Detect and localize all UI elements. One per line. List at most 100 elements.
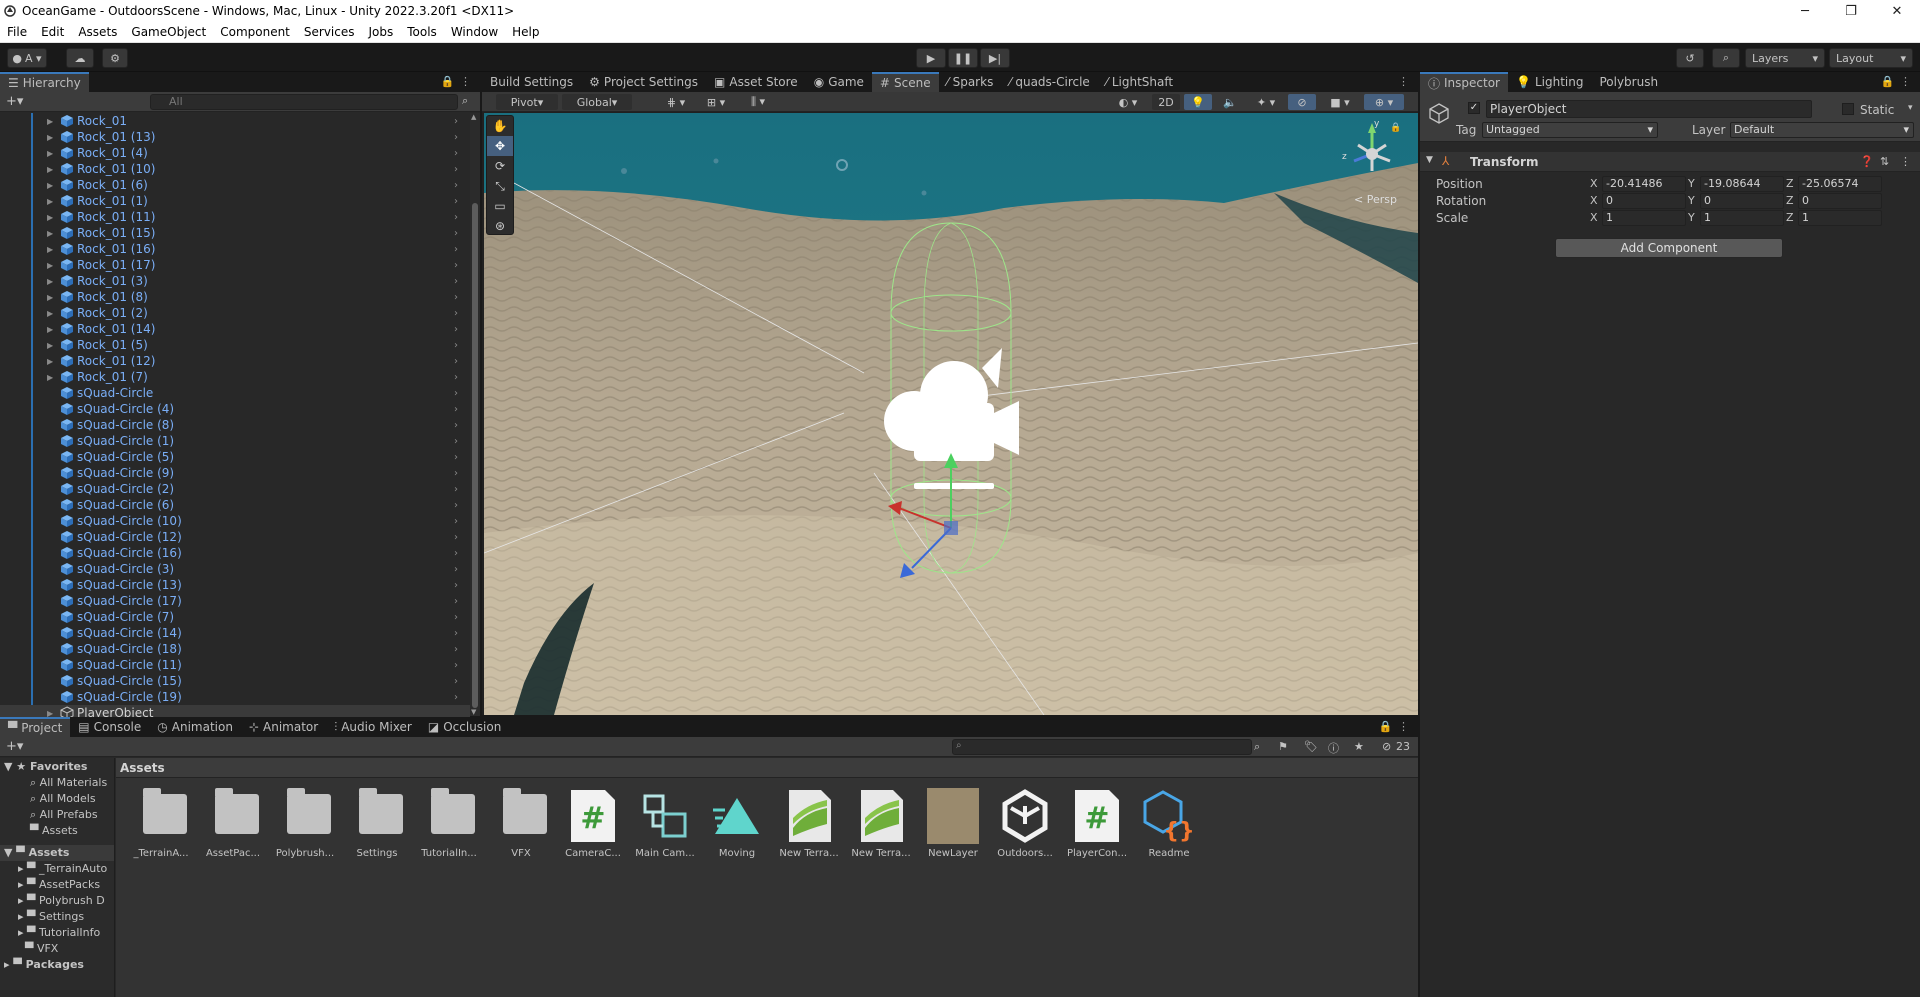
hierarchy-item[interactable]: sQuad-Circle (3) › bbox=[0, 561, 470, 577]
axis-x-label[interactable]: X bbox=[1590, 194, 1598, 207]
hierarchy-item[interactable]: ▶ Rock_01 (6) › bbox=[0, 177, 470, 193]
asset-item[interactable]: New Terra... bbox=[846, 788, 916, 868]
step-button[interactable]: ▶| bbox=[980, 48, 1010, 68]
panel-menu-icon[interactable]: ⋮ bbox=[1398, 75, 1410, 88]
open-prefab-chevron-icon[interactable]: › bbox=[454, 308, 458, 319]
move-tool-button[interactable]: ✥ bbox=[487, 136, 513, 156]
grid-snap-button[interactable]: ⋕ ▾ bbox=[658, 94, 694, 110]
tab-game[interactable]: ◉ Game bbox=[806, 72, 872, 92]
effects-toggle[interactable]: ✦ ▾ bbox=[1248, 94, 1284, 110]
hierarchy-item[interactable]: ▶ Rock_01 (16) › bbox=[0, 241, 470, 257]
asset-item[interactable]: Main Cam... bbox=[630, 788, 700, 868]
favorites-header[interactable]: ▼ ★ Favorites bbox=[4, 760, 87, 773]
tree-folder[interactable]: ▸ ▀ TutorialInfo bbox=[18, 926, 100, 939]
open-prefab-chevron-icon[interactable]: › bbox=[454, 212, 458, 223]
open-prefab-chevron-icon[interactable]: › bbox=[454, 516, 458, 527]
axis-y-label[interactable]: Y bbox=[1688, 211, 1695, 224]
open-prefab-chevron-icon[interactable]: › bbox=[454, 436, 458, 447]
open-prefab-chevron-icon[interactable]: › bbox=[454, 564, 458, 575]
tab-hierarchy[interactable]: ☰ Hierarchy bbox=[0, 72, 89, 92]
rect-tool-button[interactable]: ▭ bbox=[487, 196, 513, 216]
hierarchy-item[interactable]: ▶ Rock_01 (15) › bbox=[0, 225, 470, 241]
hierarchy-item[interactable]: ▶ Rock_01 (8) › bbox=[0, 289, 470, 305]
position-z-field[interactable]: -25.06574 bbox=[1798, 176, 1882, 192]
scrollbar-thumb[interactable] bbox=[472, 203, 478, 708]
hierarchy-item[interactable]: ▶ Rock_01 › bbox=[0, 113, 470, 129]
tab-animator[interactable]: ⊹ Animator bbox=[241, 717, 326, 737]
hierarchy-scrollbar[interactable]: ▲ ▼ bbox=[470, 113, 480, 716]
foldout-arrow-icon[interactable]: ▶ bbox=[47, 261, 53, 270]
tab-lightshaft[interactable]: ⁄ LightShaft bbox=[1098, 72, 1181, 92]
menu-file[interactable]: File bbox=[0, 25, 34, 39]
account-button[interactable]: ● A ▾ bbox=[7, 48, 47, 68]
project-search-input[interactable] bbox=[952, 739, 1252, 755]
undo-history-button[interactable]: ↺ bbox=[1676, 48, 1704, 68]
hierarchy-item[interactable]: ▶ Rock_01 (13) › bbox=[0, 129, 470, 145]
open-prefab-chevron-icon[interactable]: › bbox=[454, 612, 458, 623]
scale-tool-button[interactable]: ⤡ bbox=[487, 176, 513, 196]
hierarchy-item[interactable]: sQuad-Circle (14) › bbox=[0, 625, 470, 641]
open-prefab-chevron-icon[interactable]: › bbox=[454, 292, 458, 303]
hierarchy-item[interactable]: sQuad-Circle (8) › bbox=[0, 417, 470, 433]
favorite-star-icon[interactable]: ★ bbox=[1354, 740, 1364, 753]
scale-y-field[interactable]: 1 bbox=[1700, 210, 1784, 226]
asset-item[interactable]: Polybrush... bbox=[270, 788, 340, 868]
asset-item[interactable]: TutorialIn... bbox=[414, 788, 484, 868]
transform-header[interactable]: ▼ ⅄ Transform ❓ ⇅ ⋮ bbox=[1420, 152, 1920, 172]
hierarchy-item[interactable]: ▶ Rock_01 (3) › bbox=[0, 273, 470, 289]
tab-scene[interactable]: # Scene bbox=[871, 72, 939, 92]
menu-gameobject[interactable]: GameObject bbox=[124, 25, 213, 39]
foldout-arrow-icon[interactable]: ▶ bbox=[47, 277, 53, 286]
foldout-arrow-icon[interactable]: ▶ bbox=[47, 373, 53, 382]
layer-dropdown[interactable]: Default ▾ bbox=[1730, 122, 1914, 138]
tab-asset-store[interactable]: ▣ Asset Store bbox=[706, 72, 806, 92]
asset-item[interactable]: New Terra... bbox=[774, 788, 844, 868]
tag-dropdown[interactable]: Untagged ▾ bbox=[1482, 122, 1658, 138]
open-prefab-chevron-icon[interactable]: › bbox=[454, 628, 458, 639]
global-dropdown[interactable]: Global ▾ bbox=[562, 94, 632, 110]
open-prefab-chevron-icon[interactable]: › bbox=[454, 356, 458, 367]
open-prefab-chevron-icon[interactable]: › bbox=[454, 388, 458, 399]
hierarchy-item[interactable]: sQuad-Circle (1) › bbox=[0, 433, 470, 449]
open-prefab-chevron-icon[interactable]: › bbox=[454, 676, 458, 687]
asset-item[interactable]: Settings bbox=[342, 788, 412, 868]
menu-component[interactable]: Component bbox=[213, 25, 297, 39]
foldout-arrow-icon[interactable]: ▶ bbox=[47, 165, 53, 174]
open-prefab-chevron-icon[interactable]: › bbox=[454, 580, 458, 591]
hierarchy-item[interactable]: sQuad-Circle (10) › bbox=[0, 513, 470, 529]
component-menu-icon[interactable]: ⋮ bbox=[1900, 155, 1911, 168]
tab-polybrush[interactable]: Polybrush bbox=[1591, 72, 1666, 92]
foldout-arrow-icon[interactable]: ▶ bbox=[47, 133, 53, 142]
asset-item[interactable]: Outdoors... bbox=[990, 788, 1060, 868]
tab-console[interactable]: ▤ Console bbox=[70, 717, 149, 737]
foldout-arrow-icon[interactable]: ▶ bbox=[47, 325, 53, 334]
play-button[interactable]: ▶ bbox=[916, 48, 946, 68]
hierarchy-item[interactable]: ▶ Rock_01 (17) › bbox=[0, 257, 470, 273]
menu-edit[interactable]: Edit bbox=[34, 25, 71, 39]
pause-button[interactable]: ❚❚ bbox=[948, 48, 978, 68]
hierarchy-item[interactable]: sQuad-Circle (5) › bbox=[0, 449, 470, 465]
pivot-dropdown[interactable]: Pivot ▾ bbox=[496, 94, 558, 110]
preset-icon[interactable]: ⇅ bbox=[1880, 155, 1889, 168]
favorite-assets[interactable]: ▀ Assets bbox=[30, 824, 78, 837]
open-prefab-chevron-icon[interactable]: › bbox=[454, 452, 458, 463]
axis-z-label[interactable]: Z bbox=[1786, 211, 1794, 224]
position-x-field[interactable]: -20.41486 bbox=[1602, 176, 1686, 192]
panel-menu-icon[interactable]: 🔒 ⋮ bbox=[441, 75, 472, 88]
axis-z-label[interactable]: Z bbox=[1786, 177, 1794, 190]
tab-inspector[interactable]: ⓘ Inspector bbox=[1420, 72, 1508, 92]
hierarchy-item[interactable]: sQuad-Circle (18) › bbox=[0, 641, 470, 657]
open-prefab-chevron-icon[interactable]: › bbox=[454, 404, 458, 415]
layout-dropdown[interactable]: Layout ▾ bbox=[1829, 48, 1913, 68]
hierarchy-item[interactable]: ▶ Rock_01 (10) › bbox=[0, 161, 470, 177]
panel-menu-icon[interactable]: 🔒 ⋮ bbox=[1881, 75, 1912, 88]
menu-services[interactable]: Services bbox=[297, 25, 362, 39]
axis-z-label[interactable]: Z bbox=[1786, 194, 1794, 207]
asset-item[interactable]: {} Readme bbox=[1134, 788, 1204, 868]
object-name-field[interactable]: PlayerObject bbox=[1486, 100, 1812, 118]
hierarchy-item[interactable]: ▶ Rock_01 (7) › bbox=[0, 369, 470, 385]
foldout-arrow-icon[interactable]: ▶ bbox=[47, 181, 53, 190]
search-by-type-icon[interactable]: ⌕ bbox=[1254, 740, 1260, 754]
scroll-down-icon[interactable]: ▼ bbox=[471, 708, 476, 716]
foldout-arrow-icon[interactable]: ▶ bbox=[47, 149, 53, 158]
